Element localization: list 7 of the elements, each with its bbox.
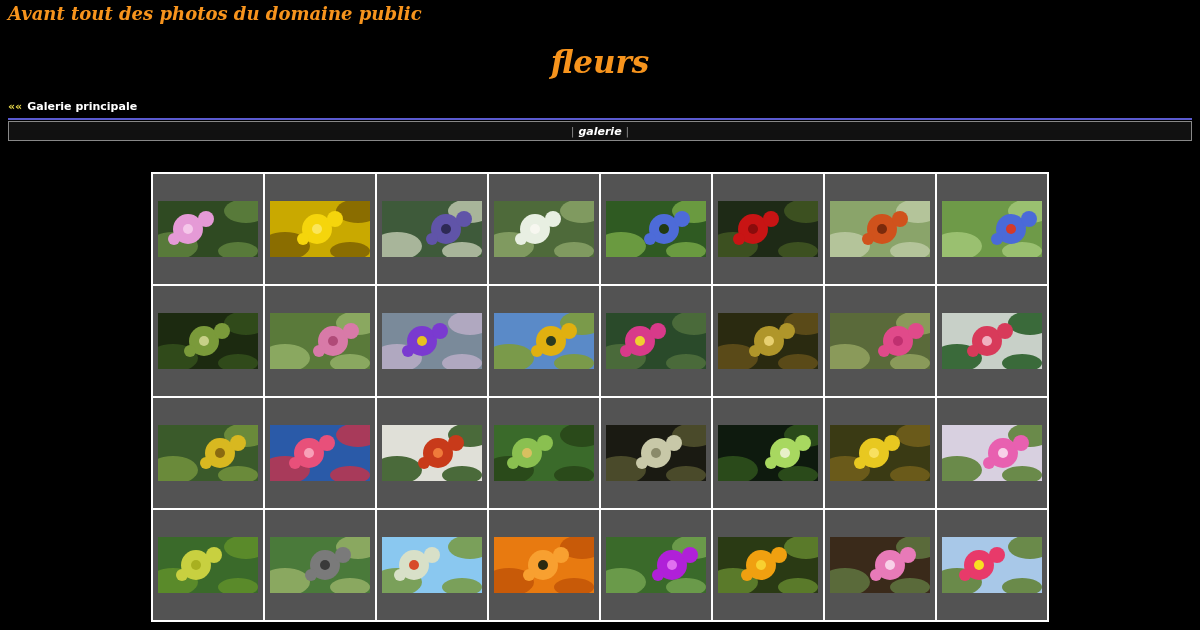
- page-title: fleurs: [550, 43, 650, 82]
- main-gallery-link[interactable]: Galerie principale: [27, 100, 138, 114]
- gallery-link[interactable]: galerie: [578, 124, 622, 138]
- back-arrows: ««: [8, 100, 23, 114]
- separator: |: [570, 124, 575, 138]
- separator: |: [625, 124, 630, 138]
- site-title: Avant tout des photos du domaine public: [8, 4, 423, 24]
